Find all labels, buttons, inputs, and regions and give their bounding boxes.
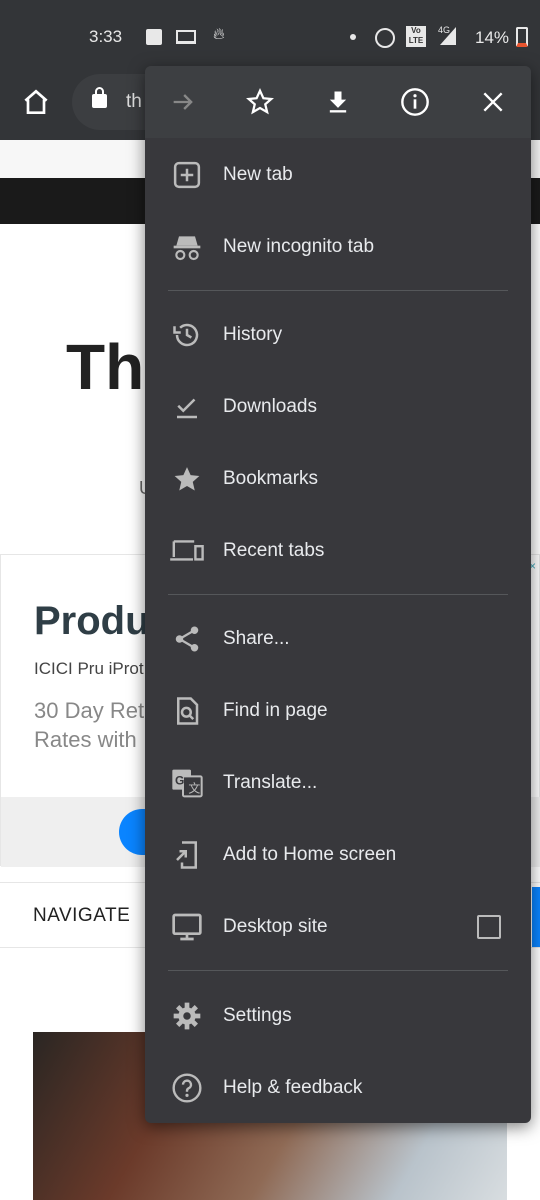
add-to-home-icon <box>169 837 205 873</box>
page-info-button[interactable] <box>393 80 437 124</box>
downloads-icon <box>169 389 205 425</box>
hotspot-icon <box>375 28 395 48</box>
battery-icon <box>516 27 528 47</box>
navigate-label: NAVIGATE <box>33 905 131 926</box>
menu-item-recent-tabs[interactable]: Recent tabs <box>145 515 531 587</box>
gallery-icon <box>146 29 162 45</box>
menu-divider <box>168 970 508 971</box>
info-icon <box>401 88 429 116</box>
menu-item-desktop-site[interactable]: Desktop site <box>145 891 531 963</box>
home-icon <box>24 89 48 114</box>
signal-icon <box>440 27 456 45</box>
menu-item-help-feedback[interactable]: Help & feedback <box>145 1052 531 1123</box>
devices-icon <box>169 533 205 569</box>
ad-line: Rates with <box>34 727 137 752</box>
menu-item-history[interactable]: History <box>145 299 531 371</box>
dot-icon <box>350 34 356 40</box>
help-icon <box>169 1070 205 1106</box>
menu-item-bookmarks[interactable]: Bookmarks <box>145 443 531 515</box>
ad-line: ICICI Pru iProt <box>34 659 144 678</box>
download-page-button[interactable] <box>316 80 360 124</box>
menu-item-downloads[interactable]: Downloads <box>145 371 531 443</box>
settings-icon <box>169 998 205 1034</box>
fire-icon: 🔥︎ <box>213 26 225 43</box>
close-icon <box>483 92 503 112</box>
download-icon <box>329 91 347 113</box>
bookmark-star-icon <box>246 88 274 115</box>
menu-divider <box>168 594 508 595</box>
overflow-menu: New tab New incognito tab History Downlo… <box>145 66 531 1123</box>
menu-item-share[interactable]: Share... <box>145 603 531 675</box>
svg-text:文: 文 <box>188 780 200 795</box>
forward-icon <box>173 94 193 110</box>
laptop-icon <box>176 30 196 44</box>
forward-button[interactable] <box>161 80 205 124</box>
menu-item-new-tab[interactable]: New tab <box>145 139 531 211</box>
desktop-site-checkbox[interactable] <box>477 915 501 939</box>
url-text: th <box>126 91 142 112</box>
new-tab-icon <box>169 157 205 193</box>
translate-icon: G文 <box>169 765 205 801</box>
bookmark-button[interactable] <box>238 80 282 124</box>
menu-divider <box>168 290 508 291</box>
lock-shackle <box>95 87 104 97</box>
incognito-icon <box>169 229 205 265</box>
status-time: 3:33 <box>89 27 123 46</box>
menu-item-new-incognito-tab[interactable]: New incognito tab <box>145 211 531 283</box>
share-icon <box>169 621 205 657</box>
ad-line: 30 Day Retu <box>34 698 157 723</box>
navigate-toggle[interactable] <box>532 887 540 947</box>
close-button[interactable] <box>471 80 515 124</box>
status-bar: 3:33 🔥︎ Vo LTE 4G 14% <box>0 0 540 70</box>
desktop-icon <box>169 909 205 945</box>
star-icon <box>169 461 205 497</box>
menu-item-add-to-home-screen[interactable]: Add to Home screen <box>145 819 531 891</box>
svg-text:G: G <box>175 773 184 787</box>
battery-percent: 14% <box>475 28 510 47</box>
menu-item-translate[interactable]: G 文 Translate... <box>145 747 531 819</box>
history-icon <box>169 317 205 353</box>
volte-icon: Vo LTE <box>406 26 426 47</box>
menu-action-row <box>145 66 531 138</box>
menu-item-find-in-page[interactable]: Find in page <box>145 675 531 747</box>
find-in-page-icon <box>169 693 205 729</box>
menu-item-settings[interactable]: Settings <box>145 980 531 1052</box>
home-button[interactable] <box>20 86 52 118</box>
